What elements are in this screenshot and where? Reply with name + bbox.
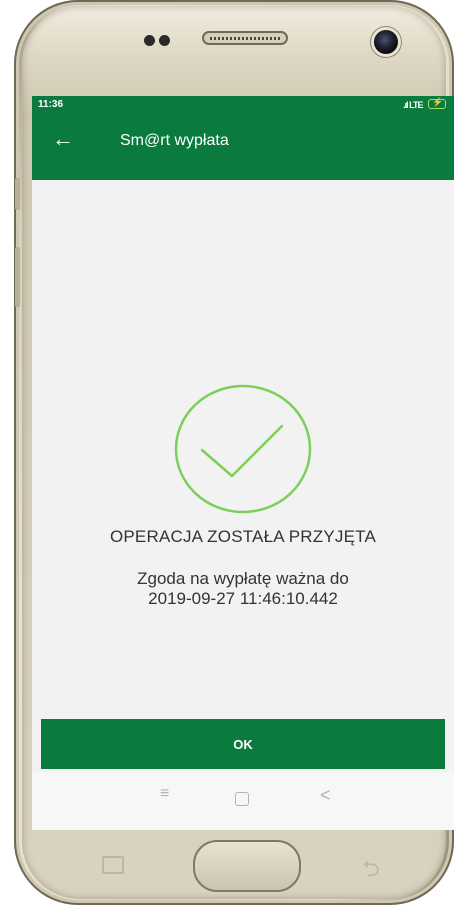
app-bar: ← Sm@rt wypłata bbox=[32, 114, 454, 180]
earpiece-speaker bbox=[202, 31, 288, 45]
hardware-home-button[interactable] bbox=[193, 840, 301, 892]
volume-button bbox=[15, 178, 20, 210]
arrow-left-icon[interactable]: ← bbox=[52, 126, 74, 152]
result-title: OPERACJA ZOSTAŁA PRZYJĘTA bbox=[109, 527, 377, 546]
back-icon[interactable]: < bbox=[320, 785, 331, 806]
hardware-back-icon[interactable]: ⮌ bbox=[362, 852, 380, 890]
check-circle-icon bbox=[174, 384, 312, 514]
status-time: 11:36 bbox=[38, 99, 64, 110]
phone-screen: 11:36 .ıl LTE ← Sm@rt wypłata OPERACJA Z… bbox=[32, 96, 454, 830]
hardware-recent-icon[interactable] bbox=[102, 856, 124, 874]
sensor-dots bbox=[144, 33, 174, 51]
result-expiry-date: 2019-09-27 11:46:10.442 bbox=[148, 589, 338, 608]
battery-icon bbox=[428, 97, 446, 109]
status-icons: .ıl LTE bbox=[403, 97, 446, 110]
recent-apps-icon[interactable]: ≡ bbox=[160, 785, 169, 803]
front-camera-icon bbox=[374, 30, 398, 54]
result-content: OPERACJA ZOSTAŁA PRZYJĘTA Zgoda na wypła… bbox=[32, 180, 454, 718]
status-bar: 11:36 .ıl LTE bbox=[32, 96, 454, 114]
volume-button-lower bbox=[15, 247, 20, 307]
result-message: Zgoda na wypłatę ważna do bbox=[137, 569, 349, 588]
signal-icon: .ıl LTE bbox=[403, 100, 423, 110]
page-title: Sm@rt wypłata bbox=[120, 132, 229, 149]
ok-button[interactable]: OK bbox=[41, 719, 445, 769]
navigation-bar: ≡ < bbox=[32, 772, 454, 830]
home-icon[interactable] bbox=[235, 792, 249, 806]
